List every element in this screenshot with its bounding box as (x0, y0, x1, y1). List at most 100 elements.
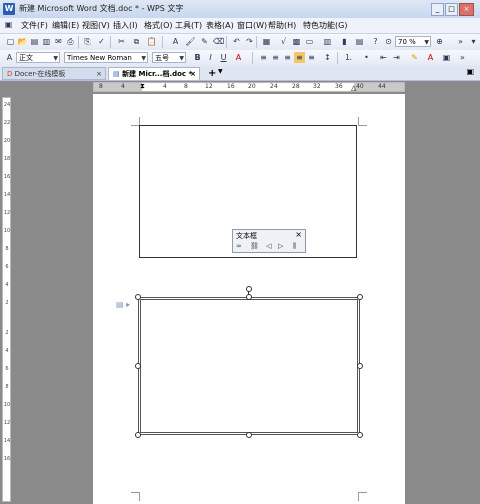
vertical-ruler[interactable]: 24 22 20 18 16 14 12 10 8 6 4 2 2 4 6 8 … (2, 97, 11, 502)
more-icon[interactable]: » (457, 52, 468, 63)
resize-handle[interactable] (246, 432, 252, 438)
text-box-selected[interactable] (138, 297, 360, 435)
insert-table-icon[interactable]: ▦ (261, 36, 272, 47)
maximize-button[interactable]: □ (445, 3, 458, 16)
layout-icon[interactable]: ▤ (354, 36, 365, 47)
numbering-icon[interactable]: ⒈ (343, 52, 354, 63)
menu-insert[interactable]: 插入(I) (113, 20, 138, 31)
cut-icon[interactable]: ✂ (116, 36, 127, 47)
font-color-button[interactable]: A (233, 52, 244, 63)
tab-new-document[interactable]: ▤ 新建 Micr...档.doc * × (108, 67, 200, 80)
bold-button[interactable]: B (192, 52, 203, 63)
close-icon[interactable]: × (96, 68, 102, 81)
save-icon[interactable]: ▤ (29, 36, 40, 47)
document-tab-bar: D Docer-在线模板 × ▤ 新建 Micr...档.doc * × + ▼… (0, 66, 480, 81)
bullets-icon[interactable]: • (361, 52, 372, 63)
highlight-icon[interactable]: ✎ (409, 52, 420, 63)
zoom-in-icon[interactable]: ⊕ (434, 36, 445, 47)
resize-handle[interactable] (135, 294, 141, 300)
bar-chart-icon[interactable]: ▮ (339, 36, 350, 47)
tab-docer-templates[interactable]: D Docer-在线模板 × (2, 67, 106, 80)
resize-handle[interactable] (357, 432, 363, 438)
anchor-icon[interactable]: ▤ ▸ (116, 300, 130, 309)
right-indent-marker-icon[interactable]: △ (351, 84, 356, 92)
shading-icon[interactable]: ▣ (441, 52, 452, 63)
chevron-down-icon: ▼ (141, 55, 146, 62)
increase-indent-icon[interactable]: ⇥ (391, 52, 402, 63)
copy-icon[interactable]: ⧉ (131, 36, 142, 47)
formatting-toolbar: A 正文 ▼ Times New Roman ▼ 五号 ▼ B I U A ≡ ≡ ≡… (0, 50, 480, 67)
more-icon[interactable]: » (455, 36, 466, 47)
undo-icon[interactable]: ↶ (231, 36, 242, 47)
textbox-icon[interactable]: ▭ (304, 36, 315, 47)
horizontal-ruler[interactable]: 8 4 4 8 12 16 20 24 28 32 36 40 44 ⧗ △ (93, 82, 405, 92)
new-icon[interactable]: ▢ (5, 36, 16, 47)
previous-textbox-icon[interactable]: ◁ (266, 242, 271, 250)
menu-help[interactable]: 帮助(H) (268, 20, 296, 31)
resize-handle[interactable] (246, 294, 252, 300)
font-select[interactable]: Times New Roman ▼ (64, 52, 148, 63)
underline-button[interactable]: U (218, 52, 229, 63)
menu-window[interactable]: 窗口(W) (237, 20, 267, 31)
brush-icon[interactable]: ✎ (199, 36, 210, 47)
menu-file[interactable]: 文件(F) (21, 20, 48, 31)
indent-marker-icon[interactable]: ⧗ (140, 82, 145, 91)
redo-icon[interactable]: ↷ (244, 36, 255, 47)
rotation-handle[interactable] (246, 286, 252, 292)
font-size-select[interactable]: 五号 ▼ (152, 52, 186, 63)
separator (78, 36, 79, 48)
print-icon[interactable]: ⎙ (65, 36, 76, 47)
link-icon[interactable]: ∞ (236, 242, 242, 250)
align-right-icon[interactable]: ≡ (282, 52, 293, 63)
close-icon[interactable]: × (295, 230, 302, 239)
break-link-icon[interactable]: ⛓ (250, 242, 259, 250)
toolbar-options-icon[interactable]: ▾ (468, 36, 479, 47)
decrease-indent-icon[interactable]: ⇤ (378, 52, 389, 63)
menu-table[interactable]: 表格(A) (206, 20, 234, 31)
distribute-icon[interactable]: ≡ (306, 52, 317, 63)
font-color-a-icon[interactable]: A (425, 52, 436, 63)
format-painter-icon[interactable]: 🖌 (185, 36, 196, 47)
title-bar: W 新建 Microsoft Word 文档.doc * - WPS 文字 _ … (0, 0, 480, 19)
formula-icon[interactable]: √ (278, 36, 289, 47)
open-icon[interactable]: 📂 (17, 36, 28, 47)
separator (162, 36, 163, 48)
clear-format-icon[interactable]: ⌫ (213, 36, 224, 47)
close-window-button[interactable]: × (459, 3, 474, 16)
mail-icon[interactable]: ✉ (53, 36, 64, 47)
resize-handle[interactable] (357, 294, 363, 300)
font-icon[interactable]: A (170, 36, 181, 47)
export-icon[interactable]: ▥ (41, 36, 52, 47)
close-icon[interactable]: × (190, 68, 196, 81)
align-center-icon[interactable]: ≡ (270, 52, 281, 63)
resize-handle[interactable] (357, 363, 363, 369)
zoom-icon[interactable]: ⊙ (383, 36, 394, 47)
align-left-icon[interactable]: ≡ (258, 52, 269, 63)
menu-special[interactable]: 特色功能(G) (303, 20, 347, 31)
italic-button[interactable]: I (205, 52, 216, 63)
chevron-down-icon[interactable]: ▼ (218, 68, 223, 75)
paste-icon[interactable]: 📋 (146, 36, 157, 47)
spellcheck-icon[interactable]: ✓ (96, 36, 107, 47)
next-textbox-icon[interactable]: ▷ (278, 242, 283, 250)
menu-edit[interactable]: 编辑(E) (52, 20, 79, 31)
resize-handle[interactable] (135, 363, 141, 369)
separator (337, 52, 338, 64)
menu-tools[interactable]: 工具(T) (175, 20, 202, 31)
help-icon[interactable]: ? (370, 36, 381, 47)
justify-icon[interactable]: ≡ (294, 52, 305, 63)
resize-handle[interactable] (135, 432, 141, 438)
columns-icon[interactable]: ▥ (322, 36, 333, 47)
doc-menu-icon[interactable]: ▣ (3, 19, 14, 30)
tab-list-icon[interactable]: ▣ (466, 67, 474, 76)
ruler-number: 22 (3, 120, 11, 126)
menu-view[interactable]: 视图(V) (82, 20, 110, 31)
chart-icon[interactable]: ▩ (291, 36, 302, 47)
minimize-button[interactable]: _ (431, 3, 444, 16)
line-spacing-icon[interactable]: ↕ (322, 52, 333, 63)
print-preview-icon[interactable]: ⎘ (82, 36, 93, 47)
menu-format[interactable]: 格式(O) (144, 20, 173, 31)
text-direction-icon[interactable]: ⫼ (293, 242, 296, 251)
style-select[interactable]: 正文 ▼ (16, 52, 60, 63)
zoom-select[interactable]: 70 % ▼ (395, 36, 431, 47)
